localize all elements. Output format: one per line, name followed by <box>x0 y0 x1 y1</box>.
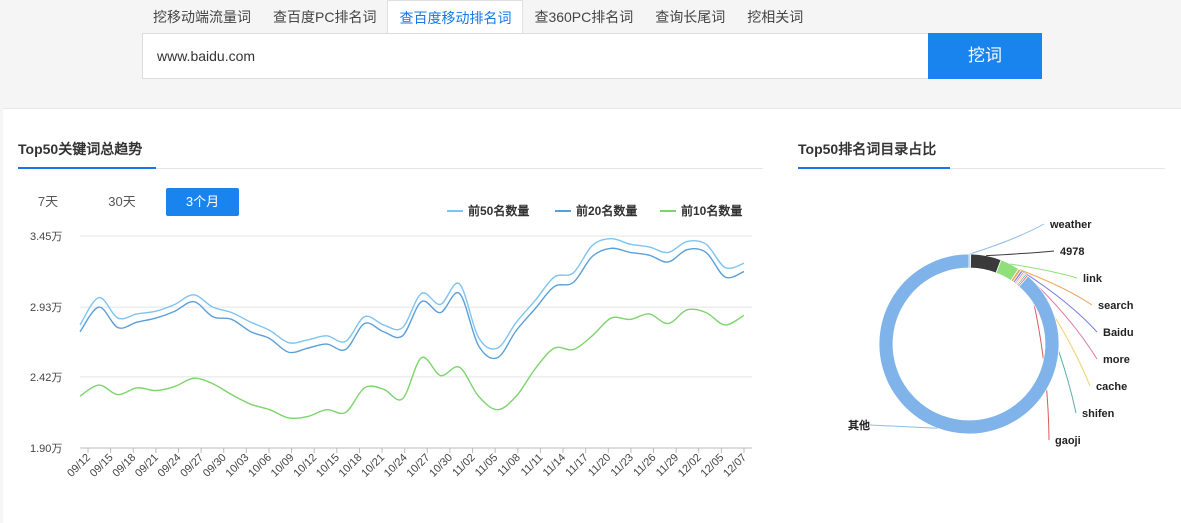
donut-label: gaoji <box>1055 435 1081 447</box>
y-tick-label: 2.42万 <box>30 372 62 384</box>
donut-slice-1[interactable] <box>970 253 1002 274</box>
range-3m-button[interactable]: 3个月 <box>166 188 239 216</box>
x-tick-label: 12/02 <box>676 452 704 480</box>
x-tick-label: 09/21 <box>133 452 161 480</box>
donut-label: 其他 <box>848 418 870 432</box>
legend-top50[interactable]: 前50名数量 <box>447 202 529 219</box>
x-tick-label: 09/18 <box>110 452 138 480</box>
x-tick-label: 11/23 <box>609 452 636 479</box>
x-tick-label: 09/30 <box>201 452 229 480</box>
search-input[interactable]: www.baidu.com <box>142 33 929 79</box>
legend-top10-label: 前10名数量 <box>681 204 743 218</box>
x-tick-label: 11/29 <box>654 452 681 479</box>
x-tick-label: 11/02 <box>450 452 477 479</box>
legend-top50-label: 前50名数量 <box>468 204 530 218</box>
search-button[interactable]: 挖词 <box>928 33 1042 79</box>
x-tick-label: 11/14 <box>541 452 568 479</box>
legend-top20[interactable]: 前20名数量 <box>555 202 637 219</box>
x-tick-label: 10/30 <box>427 452 455 480</box>
tab-baidu-pc[interactable]: 查百度PC排名词 <box>262 0 387 34</box>
donut-label: weather <box>1049 219 1092 231</box>
x-tick-label: 10/12 <box>291 452 319 480</box>
x-tick-label: 10/24 <box>382 452 410 480</box>
range-7d-button[interactable]: 7天 <box>30 188 66 216</box>
donut-label: shifen <box>1082 408 1115 420</box>
pie-title: Top50排名词目录占比 <box>798 141 937 157</box>
donut-leader-line <box>969 223 1045 255</box>
trend-title: Top50关键词总趋势 <box>18 141 143 157</box>
tab-mobile-traffic[interactable]: 挖移动端流量词 <box>142 0 262 34</box>
x-tick-label: 10/21 <box>359 452 387 480</box>
x-tick-label: 10/03 <box>224 452 252 480</box>
x-tick-label: 11/05 <box>473 452 500 479</box>
donut-leader-line <box>869 424 938 429</box>
tab-baidu-mobile[interactable]: 查百度移动排名词 <box>387 0 524 35</box>
donut-label: more <box>1103 354 1130 366</box>
trend-title-underline <box>18 167 156 169</box>
legend-top10-swatch <box>660 209 676 212</box>
x-tick-label: 10/06 <box>246 452 274 480</box>
y-tick-label: 2.93万 <box>30 302 62 314</box>
range-30d-button[interactable]: 30天 <box>100 188 144 216</box>
y-tick-label: 3.45万 <box>30 231 62 243</box>
x-tick-label: 11/26 <box>631 452 658 479</box>
x-tick-label: 12/07 <box>721 452 749 480</box>
series-line-1 <box>79 247 745 360</box>
donut-label: cache <box>1096 381 1127 393</box>
x-tick-label: 11/20 <box>586 452 613 479</box>
donut-label: search <box>1098 300 1134 312</box>
x-tick-label: 10/09 <box>269 452 297 480</box>
tab-360-pc[interactable]: 查360PC排名词 <box>523 0 644 34</box>
donut-label: link <box>1083 273 1103 285</box>
donut-slice-9[interactable] <box>878 253 1060 435</box>
trend-line-chart: 3.45万 2.93万 2.42万 1.90万09/1209/1509/1809/21… <box>30 231 752 480</box>
series-line-2 <box>79 308 745 420</box>
donut-label: Baidu <box>1103 327 1134 339</box>
pie-title-underline <box>798 167 950 169</box>
x-tick-label: 10/18 <box>337 452 365 480</box>
x-tick-label: 09/27 <box>178 452 206 480</box>
x-tick-label: 11/17 <box>563 452 590 479</box>
x-tick-label: 09/15 <box>88 452 116 480</box>
donut-leader-line <box>986 250 1055 257</box>
y-tick-label: 1.90万 <box>30 443 62 455</box>
category-donut-chart: weather 4978 link search Baidu more cache shife… <box>848 219 1134 447</box>
x-tick-label: 10/15 <box>314 452 342 480</box>
x-tick-label: 11/08 <box>496 452 523 479</box>
x-tick-label: 10/27 <box>404 452 432 480</box>
tab-bar: 挖移动端流量词 查百度PC排名词 查百度移动排名词 查360PC排名词 查询长尾… <box>142 0 814 35</box>
legend-top20-label: 前20名数量 <box>576 204 638 218</box>
x-tick-label: 09/12 <box>65 452 93 480</box>
legend-top20-swatch <box>555 209 571 212</box>
x-tick-label: 11/11 <box>519 452 546 479</box>
series-line-0 <box>79 238 745 350</box>
tab-related[interactable]: 挖相关词 <box>736 0 814 34</box>
donut-label: 4978 <box>1060 246 1084 258</box>
x-tick-label: 09/24 <box>156 452 184 480</box>
x-tick-label: 12/05 <box>699 452 727 480</box>
tab-long-tail[interactable]: 查询长尾词 <box>644 0 736 34</box>
legend-top10[interactable]: 前10名数量 <box>660 202 742 219</box>
legend-top50-swatch <box>447 209 463 212</box>
